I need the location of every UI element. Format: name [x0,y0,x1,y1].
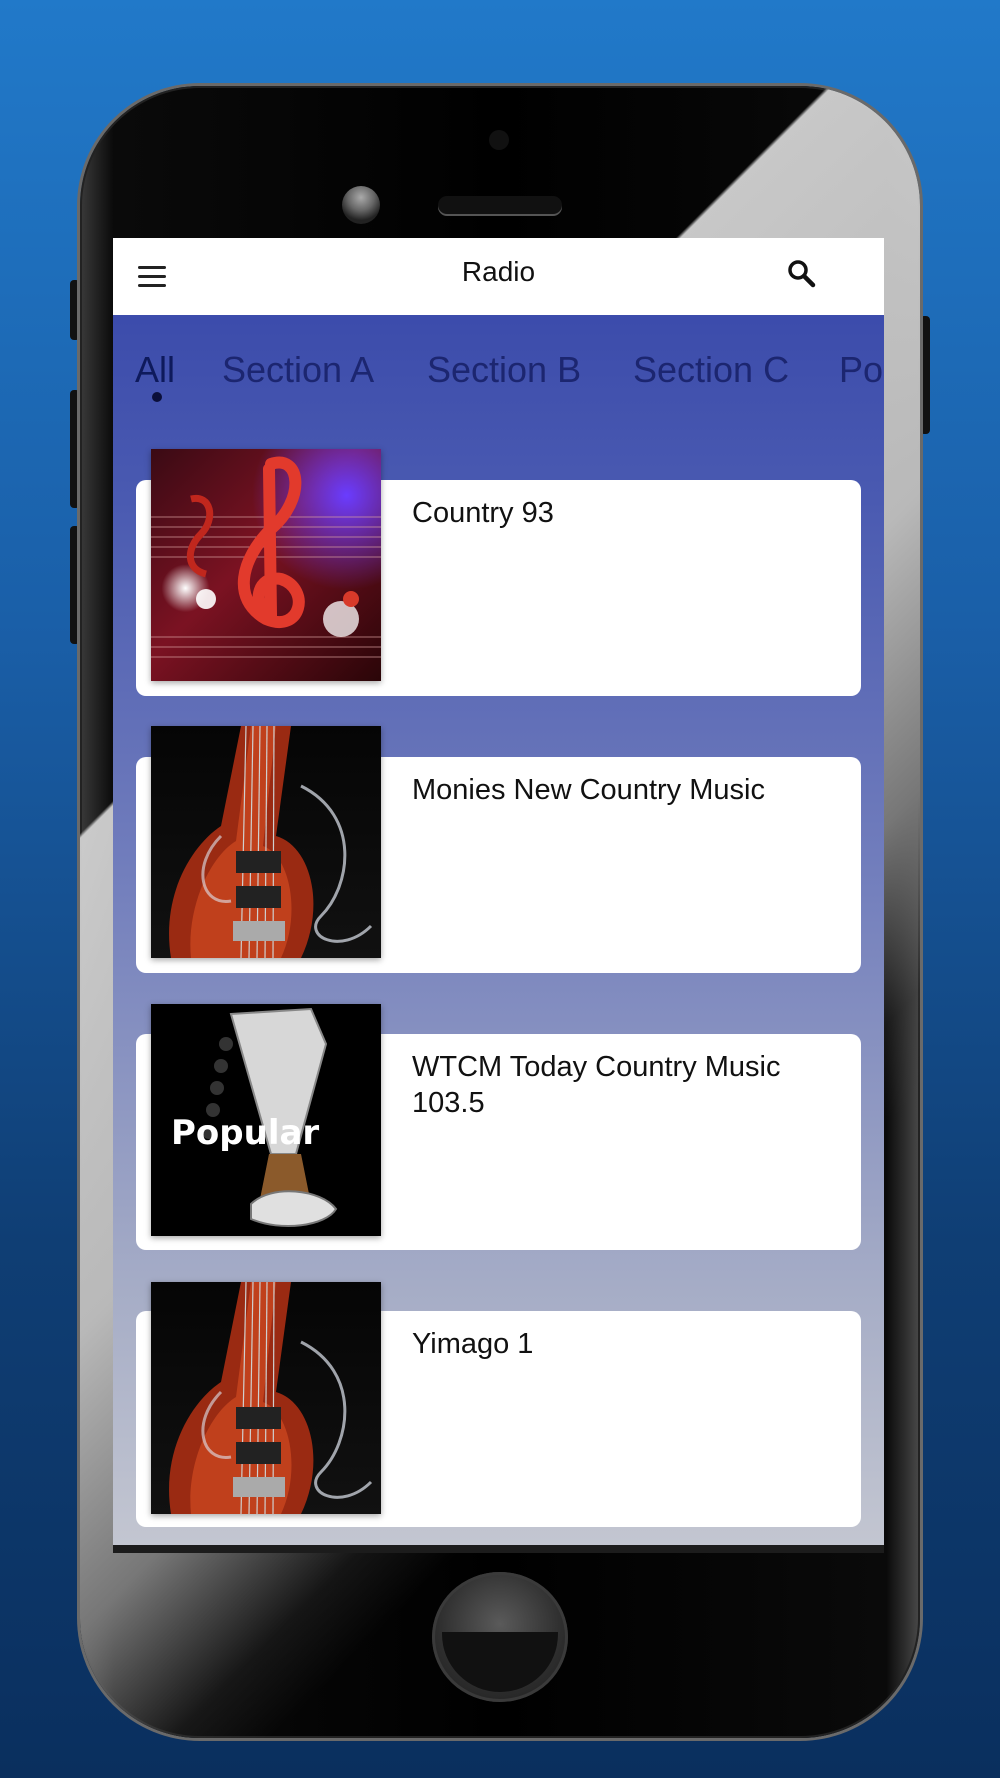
station-name: Country 93 [412,497,554,529]
front-sensor [489,130,509,150]
tab-popular[interactable]: Po [839,349,883,391]
home-button[interactable] [432,1572,568,1702]
station-name: WTCM Today Country Music 103.5 [412,1051,781,1119]
station-thumbnail[interactable]: Popular [151,1004,381,1236]
earpiece-speaker [438,196,562,214]
thumbnail-caption: Popular [171,1113,319,1153]
tab-section-b[interactable]: Section B [427,349,581,391]
tab-section-c[interactable]: Section C [633,349,789,391]
tab-section-a[interactable]: Section A [222,349,374,391]
page-title: Radio [461,256,536,287]
section-tabs: All Section A Section B Section C Po [113,315,884,423]
power-button [920,316,930,434]
screen-edge [113,1545,884,1553]
station-thumbnail[interactable] [151,726,381,958]
station-name: Yimago 1 [412,1328,534,1360]
app-screen: Radio All Section A Section B Section C … [113,238,884,1545]
station-name: Monies New Country Music [412,774,765,806]
tab-all[interactable]: All [135,349,175,391]
search-icon[interactable] [786,258,818,290]
front-camera [342,186,380,224]
station-thumbnail[interactable] [151,449,381,681]
volume-down-button [70,526,80,644]
mute-switch [70,280,80,340]
volume-up-button [70,390,80,508]
app-bar: Radio [113,238,884,315]
station-thumbnail[interactable] [151,1282,381,1514]
active-tab-indicator [152,392,162,402]
